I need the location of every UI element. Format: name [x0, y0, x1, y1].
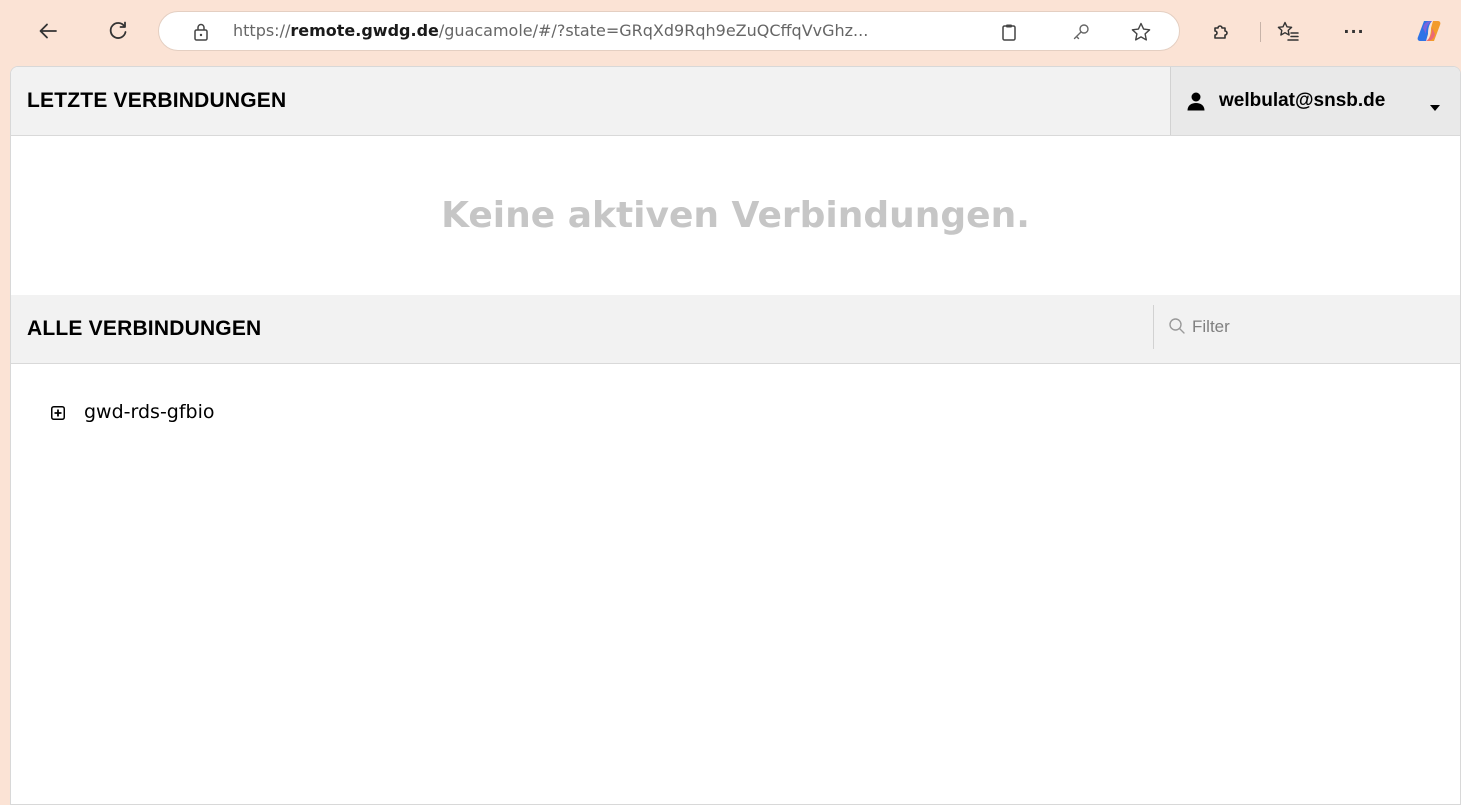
reload-button[interactable] — [102, 15, 134, 47]
address-bar[interactable]: https://remote.gwdg.de/guacamole/#/?stat… — [158, 11, 1180, 51]
reload-icon — [107, 20, 129, 42]
favorites-button[interactable] — [1272, 15, 1304, 47]
url-text[interactable]: https://remote.gwdg.de/guacamole/#/?stat… — [233, 12, 868, 50]
username: welbulat@snsb.de — [1219, 90, 1386, 111]
guacamole-home-page: LETZTE VERBINDUNGEN welbulat@snsb.de Kei… — [10, 66, 1461, 805]
user-icon — [1186, 91, 1206, 111]
user-menu[interactable]: welbulat@snsb.de — [1170, 67, 1460, 135]
filter-box — [1153, 305, 1460, 349]
more-button[interactable]: ··· — [1338, 15, 1370, 47]
search-icon — [1168, 317, 1186, 335]
url-path: /guacamole/#/?state=GRqXd9Rqh9eZuQCffqVv… — [438, 21, 869, 40]
key-icon[interactable] — [1069, 20, 1093, 44]
back-button[interactable] — [32, 15, 64, 47]
url-scheme: https:// — [233, 21, 291, 40]
star-icon[interactable] — [1129, 20, 1153, 44]
favorites-list-icon — [1276, 20, 1300, 42]
browser-toolbar: https://remote.gwdg.de/guacamole/#/?stat… — [0, 0, 1461, 68]
more-icon: ··· — [1343, 21, 1365, 41]
all-connections-header: ALLE VERBINDUNGEN — [11, 295, 1460, 364]
connection-group-name[interactable]: gwd-rds-gfbio — [84, 401, 215, 423]
all-connections-title: ALLE VERBINDUNGEN — [27, 317, 262, 340]
arrow-left-icon — [37, 20, 59, 42]
clipboard-icon[interactable] — [997, 20, 1021, 44]
all-connections-list: gwd-rds-gfbio — [11, 364, 1460, 804]
chevron-down-icon — [1429, 97, 1441, 111]
expand-plus-icon[interactable] — [51, 405, 65, 420]
recent-connections-header: LETZTE VERBINDUNGEN welbulat@snsb.de — [11, 67, 1460, 136]
recent-connections-title: LETZTE VERBINDUNGEN — [27, 89, 287, 112]
puzzle-icon — [1211, 20, 1233, 42]
extensions-button[interactable] — [1206, 15, 1238, 47]
connection-group-item[interactable]: gwd-rds-gfbio — [51, 397, 215, 427]
recent-connections-list: Keine aktiven Verbindungen. — [11, 136, 1460, 295]
filter-input[interactable] — [1190, 311, 1450, 343]
no-active-connections-message: Keine aktiven Verbindungen. — [441, 195, 1030, 236]
copilot-button[interactable] — [1413, 15, 1445, 47]
url-domain: remote.gwdg.de — [290, 21, 439, 40]
copilot-icon — [1416, 18, 1442, 44]
toolbar-separator — [1260, 22, 1261, 42]
lock-icon[interactable] — [189, 20, 213, 44]
